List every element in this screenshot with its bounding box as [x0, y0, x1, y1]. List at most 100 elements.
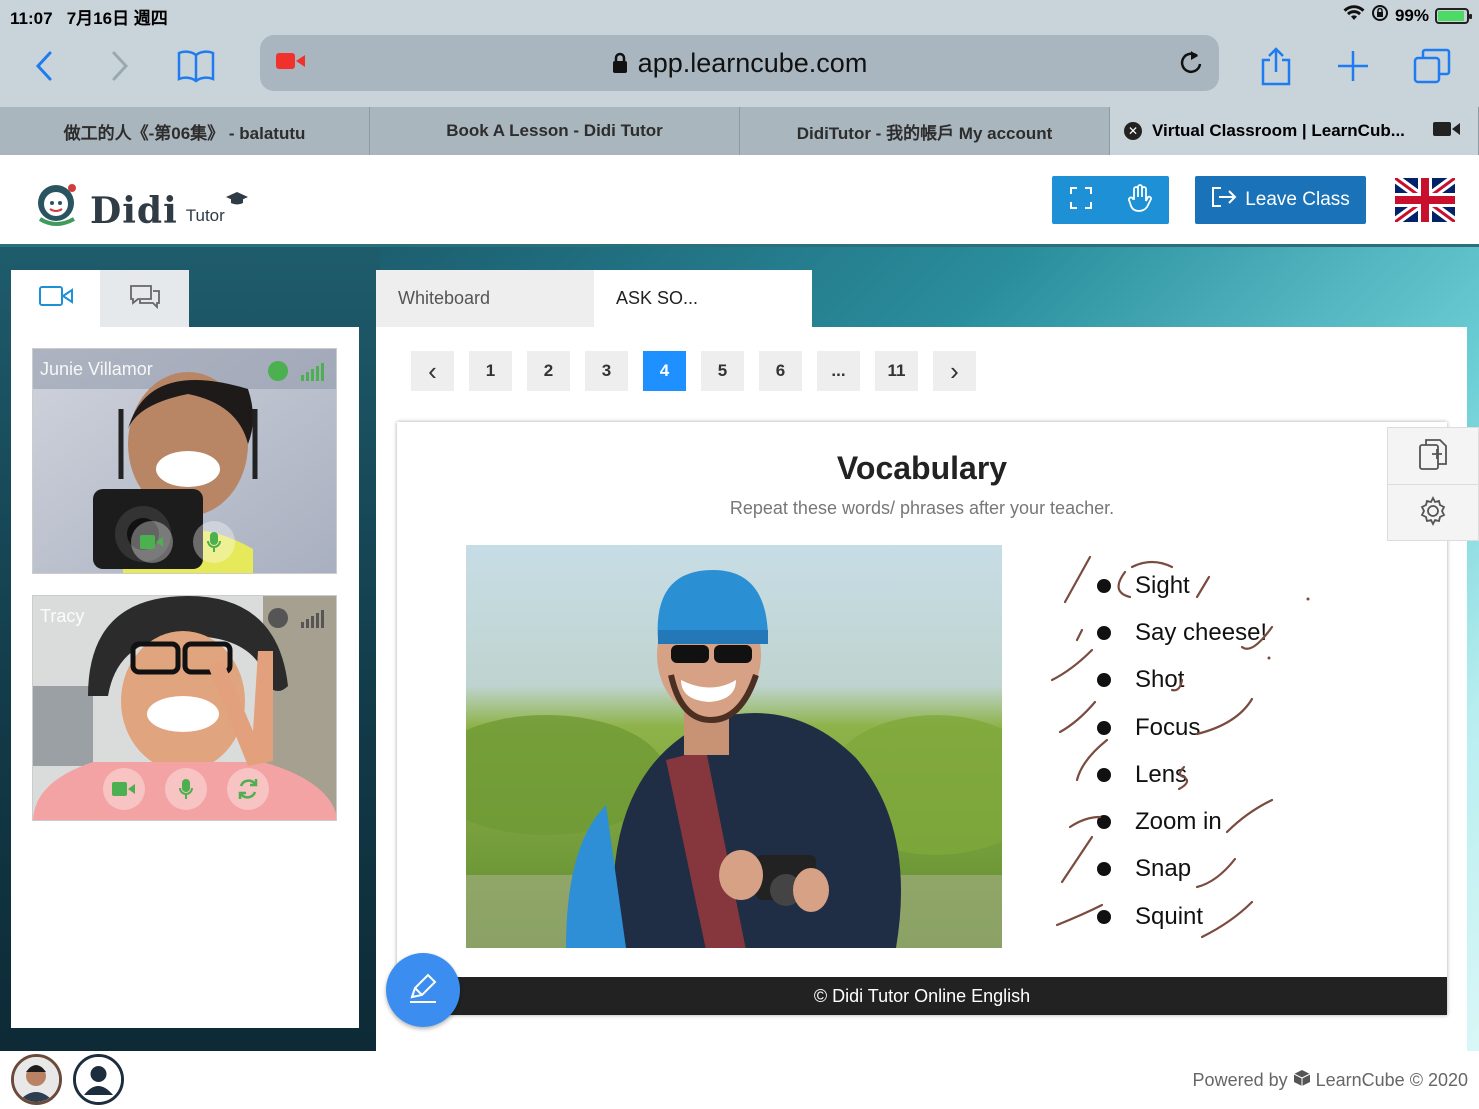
tab-whiteboard[interactable]: Whiteboard: [376, 270, 594, 327]
raise-hand-button[interactable]: [1111, 176, 1170, 224]
signal-strength-icon: [301, 361, 324, 381]
camera-toggle-button[interactable]: [103, 768, 145, 810]
logo-subtext: Tutor: [185, 206, 225, 225]
chevron-right-icon: ›: [950, 355, 959, 386]
page-button[interactable]: 1: [469, 351, 512, 391]
powered-by: Powered by LearnCube © 2020: [1192, 1069, 1468, 1092]
learncube-logo-icon: [1293, 1069, 1311, 1092]
vocab-item: Squint: [1097, 893, 1267, 940]
page-button[interactable]: 11: [875, 351, 918, 391]
browser-tab-active[interactable]: ✕ Virtual Classroom | LearnCub...: [1110, 107, 1479, 155]
reload-icon[interactable]: [1177, 47, 1205, 82]
add-document-icon: [1418, 437, 1448, 476]
fullscreen-icon: [1069, 186, 1093, 215]
slide-footer: © Didi Tutor Online English: [397, 977, 1447, 1015]
rotation-lock-icon: [1371, 4, 1389, 27]
page-button[interactable]: 3: [585, 351, 628, 391]
chat-icon: [128, 283, 162, 314]
student-avatar[interactable]: [73, 1054, 124, 1105]
battery-icon: [1435, 7, 1472, 24]
address-bar[interactable]: app.learncube.com: [260, 35, 1219, 91]
status-indicators: 99%: [1343, 4, 1472, 27]
participant-name: Tracy: [40, 606, 85, 626]
vocab-item: Snap: [1097, 846, 1267, 893]
browser-toolbar: app.learncube.com: [0, 30, 1479, 107]
uk-flag-icon[interactable]: [1392, 174, 1458, 226]
video-controls: [131, 521, 235, 563]
tabs-overview-icon[interactable]: [1410, 44, 1454, 88]
browser-tab[interactable]: Book A Lesson - Didi Tutor: [370, 107, 740, 155]
microphone-toggle-button[interactable]: [193, 521, 235, 563]
browser-tab[interactable]: DidiTutor - 我的帳戶 My account: [740, 107, 1110, 155]
camera-toggle-button[interactable]: [131, 521, 173, 563]
leave-class-button[interactable]: Leave Class: [1195, 176, 1366, 224]
close-tab-icon[interactable]: ✕: [1124, 122, 1142, 140]
fullscreen-button[interactable]: [1052, 176, 1111, 224]
page-ellipsis[interactable]: ...: [817, 351, 860, 391]
bottom-bar: Powered by LearnCube © 2020: [0, 1051, 1479, 1109]
page-button-current[interactable]: 4: [643, 351, 686, 391]
lesson-panel: ‹ 1 2 3 4 5 6 ... 11 › Vocabulary Repeat…: [376, 327, 1467, 1051]
online-status-icon: [268, 361, 288, 381]
tab-chat[interactable]: [100, 270, 189, 327]
slide-pager: ‹ 1 2 3 4 5 6 ... 11 ›: [411, 351, 976, 391]
add-page-button[interactable]: [1388, 428, 1478, 485]
lock-icon: [612, 50, 628, 81]
vocab-item: Focus: [1097, 704, 1267, 751]
classroom-area: Junie Villamor Tracy Whiteboard ASK SO..…: [0, 247, 1479, 1051]
pen-icon: [406, 971, 440, 1010]
forward-button[interactable]: [98, 44, 142, 88]
next-page-button[interactable]: ›: [933, 351, 976, 391]
page-button[interactable]: 6: [759, 351, 802, 391]
lesson-slide[interactable]: Vocabulary Repeat these words/ phrases a…: [397, 422, 1447, 1015]
slide-subtitle: Repeat these words/ phrases after your t…: [729, 498, 1115, 518]
graduation-cap-icon: [225, 191, 249, 210]
share-icon[interactable]: [1254, 44, 1298, 88]
slide-side-tools: [1387, 427, 1479, 541]
classroom-tools: [1052, 176, 1169, 224]
wifi-icon: [1343, 5, 1365, 26]
video-tile[interactable]: Tracy: [32, 595, 337, 821]
draw-tool-button[interactable]: [386, 953, 460, 1027]
signal-strength-icon: [301, 608, 324, 628]
back-button[interactable]: [22, 44, 66, 88]
main-tabs: Whiteboard ASK SO...: [376, 270, 812, 327]
battery-percent: 99%: [1394, 5, 1429, 25]
hand-icon: [1127, 183, 1153, 217]
video-controls: [103, 768, 269, 810]
status-time: 11:07 7月16日 週四: [10, 9, 168, 28]
switch-camera-button[interactable]: [227, 768, 269, 810]
status-bar: 11:07 7月16日 週四 99%: [0, 0, 1479, 30]
vocab-item: Shot: [1097, 657, 1267, 704]
url-field[interactable]: app.learncube.com: [260, 48, 1219, 81]
gear-icon: [1418, 495, 1448, 531]
leave-class-label: Leave Class: [1245, 189, 1350, 210]
slide-photo: [466, 545, 1002, 948]
left-panel-tabs: [11, 270, 189, 327]
url-text: app.learncube.com: [637, 48, 868, 78]
vocab-item: Sight: [1097, 562, 1267, 609]
didi-tutor-logo[interactable]: Didi Tutor: [34, 179, 249, 232]
mascot-icon: [34, 179, 82, 232]
chevron-left-icon: ‹: [428, 355, 437, 386]
vocabulary-list: Sight Say cheese! Shot Focus Lens Zoom i…: [1097, 562, 1267, 940]
offline-status-icon: [268, 608, 288, 628]
exit-icon: [1211, 186, 1237, 214]
logo-text: Didi: [90, 190, 178, 232]
vocab-item: Say cheese!: [1097, 609, 1267, 656]
microphone-toggle-button[interactable]: [165, 768, 207, 810]
previous-page-button[interactable]: ‹: [411, 351, 454, 391]
bookmarks-icon[interactable]: [174, 44, 218, 88]
participants-panel: Junie Villamor Tracy: [11, 327, 359, 1028]
browser-tab[interactable]: 做工的人《-第06集》 - balatutu: [0, 107, 370, 155]
settings-button[interactable]: [1388, 485, 1478, 542]
vocab-item: Lens: [1097, 751, 1267, 798]
video-tile[interactable]: Junie Villamor: [32, 348, 337, 574]
page-button[interactable]: 2: [527, 351, 570, 391]
page-button[interactable]: 5: [701, 351, 744, 391]
tab-lesson-material[interactable]: ASK SO...: [594, 270, 812, 327]
teacher-avatar[interactable]: [11, 1054, 62, 1105]
tab-video[interactable]: [11, 270, 100, 327]
video-camera-icon: [38, 285, 73, 312]
new-tab-icon[interactable]: [1331, 44, 1375, 88]
